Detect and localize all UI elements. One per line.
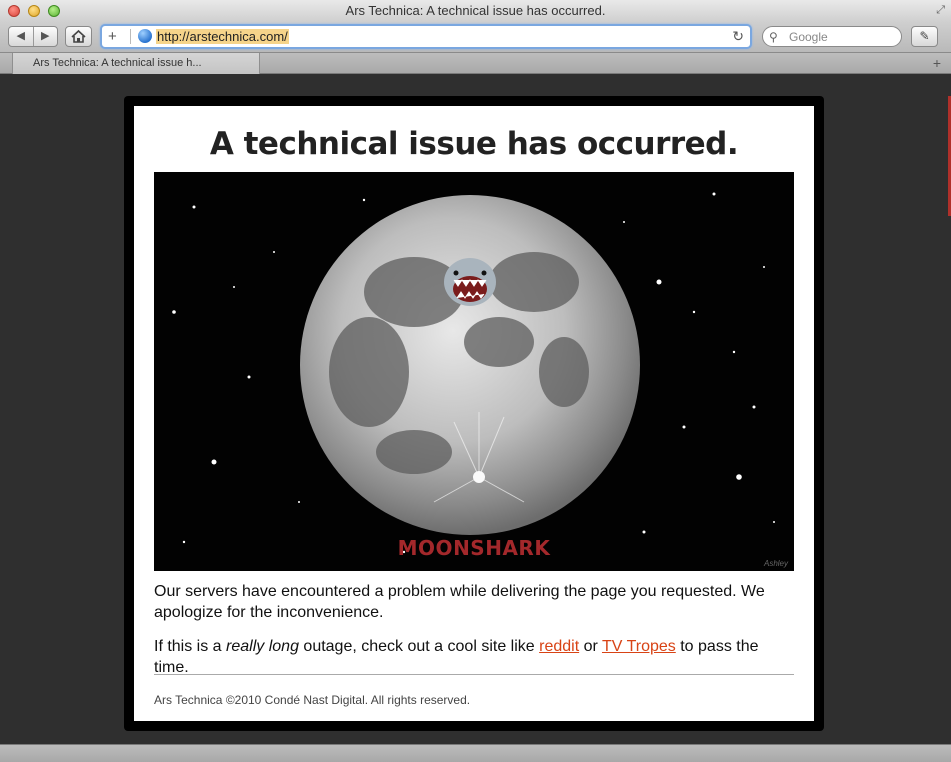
tab-arstechnica[interactable]: Ars Technica: A technical issue h...	[12, 53, 260, 74]
suggestion-text-before: If this is a	[154, 638, 227, 655]
error-message: Our servers have encountered a problem w…	[154, 583, 765, 621]
reload-button[interactable]: ↻	[732, 27, 744, 46]
close-window-button[interactable]	[8, 5, 20, 17]
minimize-window-button[interactable]	[28, 5, 40, 17]
add-bookmark-button[interactable]: +	[108, 27, 117, 46]
search-field[interactable]: ⚲ Google	[762, 26, 902, 47]
fullscreen-icon[interactable]: ⤢	[936, 4, 945, 16]
tab-bar: Ars Technica: A technical issue h... +	[0, 52, 951, 74]
error-card: A technical issue has occurred. MOONSHAR…	[124, 96, 824, 731]
back-button[interactable]: ◀	[9, 27, 33, 46]
home-button[interactable]	[65, 26, 92, 47]
moonshark-image: MOONSHARK Ashley	[154, 172, 794, 571]
window-title: Ars Technica: A technical issue has occu…	[345, 3, 606, 18]
search-icon: ⚲	[769, 30, 778, 44]
page-title: A technical issue has occurred.	[209, 126, 739, 162]
footer-divider	[154, 674, 794, 675]
address-bar[interactable]: + http://arstechnica.com/ ↻	[100, 24, 752, 49]
copyright-footer: Ars Technica ©2010 Condé Nast Digital. A…	[154, 693, 471, 707]
compass-icon: ✎	[919, 29, 930, 43]
artist-signature: Ashley	[763, 559, 788, 568]
image-caption: MOONSHARK	[397, 536, 551, 560]
suggestion-text-or: or	[579, 638, 602, 655]
browser-toolbar: ◀ ▶ + http://arstechnica.com/ ↻ ⚲ Google…	[0, 22, 951, 52]
status-bar	[0, 744, 951, 762]
forward-button[interactable]: ▶	[32, 27, 58, 46]
tycho-crater	[473, 471, 485, 483]
suggestion-text-middle: outage, check out a cool site like	[298, 638, 540, 655]
shark-icon	[444, 258, 496, 306]
moon-illustration	[154, 172, 794, 571]
home-icon	[71, 29, 86, 43]
suggestion-message: If this is a really long outage, check o…	[154, 636, 794, 678]
url-field[interactable]: http://arstechnica.com/	[156, 29, 289, 44]
address-separator	[130, 29, 131, 44]
error-card-body: A technical issue has occurred. MOONSHAR…	[134, 106, 814, 721]
bookmarks-button[interactable]: ✎	[911, 26, 938, 47]
reddit-link[interactable]: reddit	[539, 638, 579, 655]
new-tab-button[interactable]: +	[933, 54, 941, 72]
window-titlebar: Ars Technica: A technical issue has occu…	[0, 0, 951, 22]
tvtropes-link[interactable]: TV Tropes	[602, 638, 676, 655]
nav-buttons: ◀ ▶	[8, 26, 58, 47]
search-placeholder: Google	[789, 30, 828, 44]
suggestion-emphasis: really long	[226, 638, 299, 655]
zoom-window-button[interactable]	[48, 5, 60, 17]
globe-icon	[138, 29, 152, 43]
